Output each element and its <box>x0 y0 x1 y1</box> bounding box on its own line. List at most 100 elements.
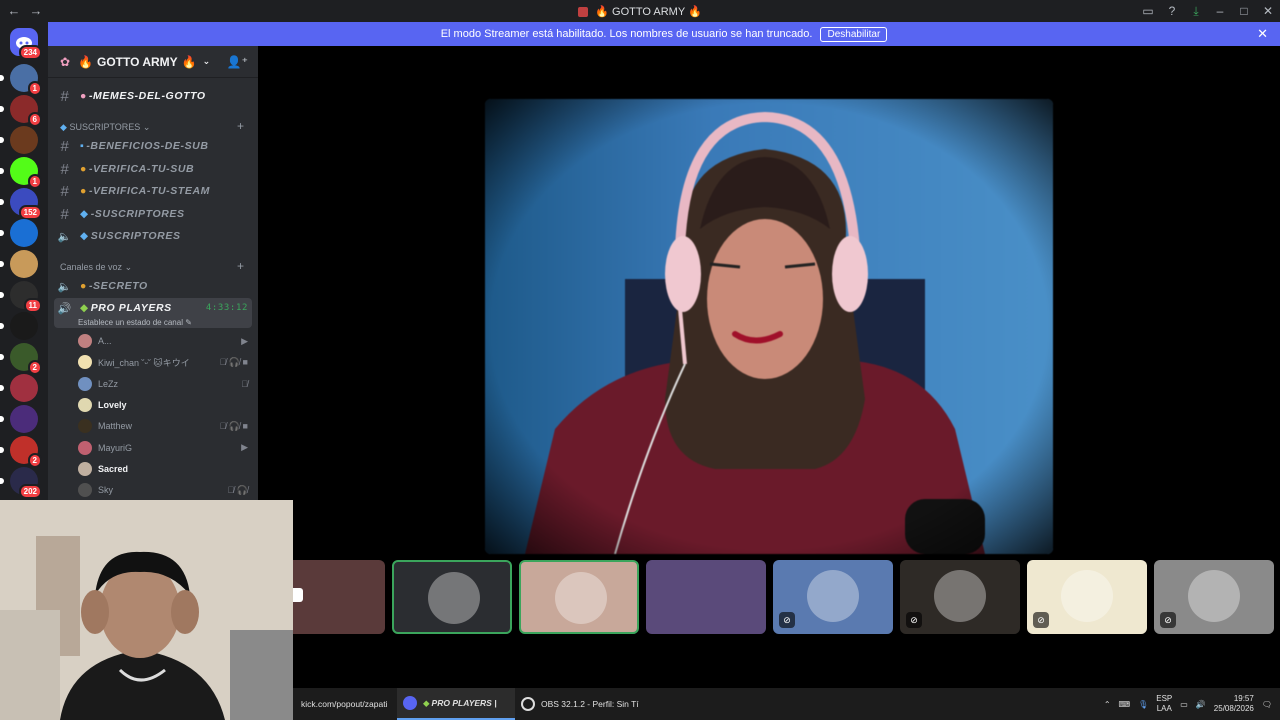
voice-channel-pro-players[interactable]: 🔊 ◆ PRO PLAYERS 4:33:12 <box>56 298 252 318</box>
unread-pill <box>0 168 4 174</box>
clock[interactable]: 19:57 25/08/2026 <box>1214 694 1254 714</box>
invite-people-icon[interactable]: 👤⁺ <box>227 55 248 69</box>
server-icon[interactable] <box>10 312 38 340</box>
participant-tile[interactable]: ⊘ <box>1154 560 1274 634</box>
muted-icon: ⊘ <box>906 612 922 628</box>
voice-user[interactable]: MayuriG ▶ <box>78 439 248 457</box>
diamond-icon: ◆ <box>80 208 89 220</box>
channel-name: -VERIFICA-TU-SUB <box>88 163 195 175</box>
home-button[interactable]: 234 <box>10 28 42 60</box>
server-icon[interactable] <box>10 374 38 402</box>
participant-tile[interactable]: ⊘ <box>1027 560 1147 634</box>
voice-timer: 4:33:12 <box>205 303 248 313</box>
focused-video-stream[interactable] <box>485 99 1053 554</box>
clock-date: 25/08/2026 <box>1213 704 1254 713</box>
forward-arrow-icon[interactable]: → <box>28 3 44 19</box>
unread-pill <box>0 447 4 453</box>
avatar <box>555 572 607 624</box>
server-icon[interactable]: 1 <box>10 64 42 96</box>
avatar <box>1061 570 1113 622</box>
server-header[interactable]: ✿ 🔥 GOTTO ARMY 🔥 ⌄ 👤⁺ <box>48 46 258 78</box>
channel-suscriptores-text[interactable]: # ◆ -SUSCRIPTORES <box>56 204 252 224</box>
voice-user[interactable]: LeZz 🎙̸ <box>78 375 248 393</box>
participant-tile[interactable] <box>646 560 766 634</box>
server-icon[interactable]: 1 <box>10 157 42 189</box>
participant-tile[interactable]: ⊘ <box>773 560 893 634</box>
channel-beneficios[interactable]: # ▪ -BENEFICIOS-DE-SUB <box>56 136 252 156</box>
close-banner-icon[interactable]: ✕ <box>1257 26 1268 42</box>
server-icon[interactable]: 6 <box>10 95 42 127</box>
fire-icon: 🔥 <box>78 54 94 69</box>
notification-icon[interactable]: 🗨 <box>1262 700 1272 709</box>
channel-suscriptores-voice[interactable]: 🔈 ◆ SUSCRIPTORES <box>56 226 252 246</box>
server-icon[interactable] <box>10 219 38 247</box>
user-name: A... <box>98 336 112 346</box>
create-channel-icon[interactable]: + <box>237 119 244 133</box>
shield-emoji-icon: ◆ <box>80 302 89 314</box>
taskbar-item-obs[interactable]: OBS 32.1.2 - Perfil: Sin Tí <box>521 688 639 720</box>
volume-icon[interactable]: 🔊 <box>1196 700 1206 709</box>
server-icon[interactable] <box>10 405 38 433</box>
hashtag-icon: # <box>60 205 70 223</box>
network-icon[interactable]: ▭ <box>1180 700 1188 709</box>
voice-channel-secreto[interactable]: 🔈 ● -SECRETO <box>56 276 252 296</box>
download-icon[interactable]: ⤓ <box>1184 0 1208 22</box>
voice-user[interactable]: Sacred <box>78 460 248 478</box>
server-icon[interactable] <box>10 250 38 278</box>
server-icon[interactable]: 152 <box>10 188 42 220</box>
maximize-icon[interactable]: □ <box>1232 0 1256 22</box>
language-indicator[interactable]: ESP LAA <box>1156 694 1172 714</box>
server-flower-icon: ✿ <box>60 54 71 69</box>
system-tray: ⌃ ⌨ 🎙 ESP LAA ▭ 🔊 19:57 25/08/2026 🗨 <box>1104 688 1272 720</box>
category-suscriptores[interactable]: ◆ SUSCRIPTORES ⌄ + <box>60 119 244 133</box>
back-arrow-icon[interactable]: ← <box>6 3 22 19</box>
webcam-overlay <box>0 500 293 720</box>
voice-user[interactable]: A... ▶ <box>78 332 248 350</box>
channel-verifica-steam[interactable]: # ● -VERIFICA-TU-STEAM <box>56 181 252 201</box>
voice-user[interactable]: Kiwi_chan ˘ᵕ˘ 🐱キウイ 🎙̸ 🎧̸ ■ <box>78 353 248 371</box>
close-window-icon[interactable]: ✕ <box>1256 0 1280 22</box>
keyboard-icon[interactable]: ⌨ <box>1119 700 1131 709</box>
channel-verifica-sub[interactable]: # ● -VERIFICA-TU-SUB <box>56 159 252 179</box>
unread-pill <box>0 230 4 236</box>
channel-name: -VERIFICA-TU-STEAM <box>88 185 210 197</box>
disable-streamer-button[interactable]: Deshabilitar <box>820 26 888 42</box>
webcam-video <box>0 500 293 720</box>
participant-tile[interactable] <box>392 560 512 634</box>
server-icon[interactable]: 2 <box>10 343 42 375</box>
microphone-icon[interactable]: 🎙 <box>1138 700 1148 709</box>
taskbar-item-discord[interactable]: ◆ PRO PLAYERS | <box>397 688 515 720</box>
avatar <box>934 570 986 622</box>
participant-tile[interactable]: ⊘ <box>900 560 1020 634</box>
server-icon[interactable] <box>10 126 38 154</box>
channel-name: PRO PLAYERS <box>90 302 172 314</box>
hashtag-icon: # <box>60 137 70 155</box>
unread-pill <box>0 323 4 329</box>
hashtag-icon: # <box>60 160 70 178</box>
taskbar-item-browser[interactable]: kick.com/popout/zapati <box>301 688 387 720</box>
voice-user[interactable]: Sky 🎙̸ 🎧̸ <box>78 481 248 499</box>
user-name: Sacred <box>98 463 129 474</box>
unread-pill <box>0 416 4 422</box>
category-voice[interactable]: Canales de voz ⌄ + <box>60 259 244 273</box>
server-name: GOTTO ARMY <box>97 54 178 69</box>
fire-icon: 🔥 <box>595 5 609 18</box>
server-icon[interactable]: 202 <box>10 467 42 499</box>
clock-time: 19:57 <box>1233 694 1254 703</box>
chevron-up-icon[interactable]: ⌃ <box>1104 700 1111 709</box>
server-icon[interactable]: 11 <box>10 281 42 313</box>
inbox-icon[interactable]: ▭ <box>1136 0 1160 22</box>
channel-status[interactable]: Establece un estado de canal ✎ <box>78 318 192 327</box>
create-channel-icon[interactable]: + <box>237 259 244 273</box>
voice-user[interactable]: Lovely <box>78 396 248 414</box>
minimize-icon[interactable]: – <box>1208 0 1232 22</box>
pencil-icon: ✎ <box>185 318 192 327</box>
help-icon[interactable]: ? <box>1160 0 1184 22</box>
server-icon[interactable]: 2 <box>10 436 42 468</box>
streamer-mode-banner: El modo Streamer está habilitado. Los no… <box>48 22 1280 46</box>
unread-badge: 1 <box>27 174 42 189</box>
participant-tile[interactable] <box>519 560 639 634</box>
channel-memes[interactable]: # ● -MEMES-DEL-GOTTO <box>56 86 252 106</box>
hashtag-icon: # <box>60 182 70 200</box>
voice-user[interactable]: Matthew 🎙̸ 🎧̸ ■ <box>78 417 248 435</box>
